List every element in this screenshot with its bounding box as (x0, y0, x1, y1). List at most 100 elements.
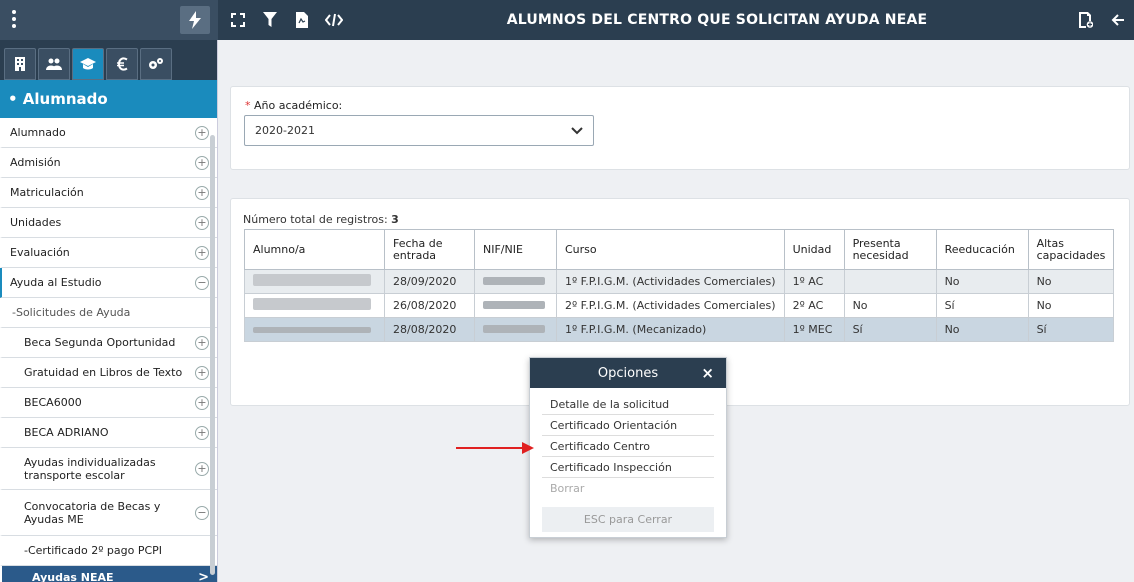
col-necesidad[interactable]: Presenta necesidad (843, 229, 937, 270)
sidebar-item-becas-ayudas-me[interactable]: Convocatoria de Becas y Ayudas ME − (0, 490, 217, 536)
close-icon[interactable]: × (701, 364, 714, 382)
tab-settings[interactable] (140, 48, 172, 80)
sidebar-item-admision[interactable]: Admisión + (0, 148, 217, 178)
cell-nif (474, 269, 557, 294)
sidebar-item-label: Ayudas individualizadas transporte escol… (24, 455, 156, 482)
filter-button[interactable] (254, 0, 286, 40)
building-icon (15, 57, 25, 71)
sidebar-scrollbar[interactable] (210, 135, 215, 575)
col-altas[interactable]: Altas capacidades (1027, 229, 1115, 270)
fullscreen-icon (231, 13, 245, 27)
code-icon (325, 13, 343, 27)
plus-icon: + (195, 155, 209, 170)
cell-altas: Sí (1027, 317, 1115, 342)
plus-icon: + (195, 125, 209, 140)
redacted-nif (483, 325, 545, 333)
sidebar-item-label: Beca Segunda Oportunidad (24, 336, 176, 349)
pdf-icon (296, 12, 308, 28)
col-curso[interactable]: Curso (556, 229, 785, 270)
sidebar-item-evaluacion[interactable]: Evaluación + (0, 238, 217, 268)
table-row[interactable]: 28/09/2020 1º F.P.I.G.M. (Actividades Co… (244, 269, 1115, 294)
cell-unidad: 2º AC (783, 293, 845, 318)
cell-nif (474, 317, 557, 342)
col-reeducacion[interactable]: Reeducación (935, 229, 1029, 270)
add-document-icon (1079, 12, 1093, 28)
popup-title: Opciones (597, 365, 659, 381)
tab-euro[interactable] (106, 48, 138, 80)
cell-reeducacion: Sí (935, 293, 1029, 318)
esc-close-button[interactable]: ESC para Cerrar (542, 507, 714, 532)
cell-alumno (244, 317, 385, 342)
top-bar: ALUMNOS DEL CENTRO QUE SOLICITAN AYUDA N… (0, 0, 1134, 40)
back-button[interactable] (1102, 0, 1134, 40)
menu-item-borrar: Borrar (550, 482, 585, 495)
sidebar-item-matriculacion[interactable]: Matriculación + (0, 178, 217, 208)
table-row[interactable]: 26/08/2020 2º F.P.I.G.M. (Actividades Co… (244, 293, 1115, 318)
filter-icon (263, 12, 277, 27)
menu-item-certificado-orientacion[interactable]: Certificado Orientación (542, 415, 714, 436)
sidebar-item-label: Unidades (10, 216, 62, 229)
plus-icon: + (195, 461, 209, 476)
popup-header: Opciones × (530, 358, 726, 388)
academic-year-value: 2020-2021 (255, 124, 315, 137)
chevron-down-icon (571, 126, 583, 134)
menu-dots-icon[interactable] (8, 8, 20, 32)
sidebar-item-beca-segunda-oportunidad[interactable]: Beca Segunda Oportunidad + (0, 328, 217, 358)
sidebar-item-ayudas-neae[interactable]: Ayudas NEAE > (0, 566, 217, 582)
options-popup: Opciones × Detalle de la solicitud Certi… (529, 357, 727, 538)
redacted-name (253, 274, 371, 286)
pdf-button[interactable] (286, 0, 318, 40)
sidebar-item-alumnado[interactable]: Alumnado + (0, 118, 217, 148)
cell-nif (474, 293, 557, 318)
sidebar-item-beca6000[interactable]: BECA6000 + (0, 388, 217, 418)
chevron-right-icon: > (198, 570, 209, 582)
fullscreen-button[interactable] (222, 0, 254, 40)
filter-card: * Año académico: 2020-2021 (230, 86, 1130, 170)
add-document-button[interactable] (1070, 0, 1102, 40)
sidebar-item-solicitudes-ayuda[interactable]: -Solicitudes de Ayuda (0, 298, 217, 328)
cell-unidad: 1º MEC (783, 317, 845, 342)
sidebar-item-transporte-escolar[interactable]: Ayudas individualizadas transporte escol… (0, 448, 217, 490)
sidebar-item-label: Alumnado (10, 126, 66, 139)
col-fecha[interactable]: Fecha de entrada (384, 229, 475, 270)
plus-icon: + (195, 335, 209, 350)
tab-graduation[interactable] (72, 48, 104, 80)
cell-curso: 1º F.P.I.G.M. (Actividades Comerciales) (556, 269, 785, 294)
sidebar-item-ayuda-estudio[interactable]: Ayuda al Estudio − (0, 268, 217, 298)
minus-icon: − (195, 275, 209, 290)
top-bar-left (0, 0, 218, 40)
sidebar-item-certificado-pcpi[interactable]: -Certificado 2º pago PCPI (0, 536, 217, 566)
col-alumno[interactable]: Alumno/a (244, 229, 385, 270)
sidebar-item-gratuidad-libros[interactable]: Gratuidad en Libros de Texto + (0, 358, 217, 388)
table-row-selected[interactable]: 28/08/2020 1º F.P.I.G.M. (Mecanizado) 1º… (244, 317, 1115, 342)
col-unidad[interactable]: Unidad (783, 229, 845, 270)
cell-curso: 2º F.P.I.G.M. (Actividades Comerciales) (556, 293, 785, 318)
tab-building[interactable] (4, 48, 36, 80)
plus-icon: + (195, 185, 209, 200)
cell-fecha: 26/08/2020 (384, 293, 475, 318)
menu-item-detalle[interactable]: Detalle de la solicitud (542, 394, 714, 415)
cell-alumno (244, 293, 385, 318)
menu-item-certificado-centro[interactable]: Certificado Centro (542, 436, 714, 457)
sidebar-item-label: -Solicitudes de Ayuda (12, 306, 131, 319)
cell-fecha: 28/08/2020 (384, 317, 475, 342)
record-count: Número total de registros: 3 (243, 213, 399, 226)
redacted-nif (483, 277, 545, 285)
sidebar-item-unidades[interactable]: Unidades + (0, 208, 217, 238)
redacted-name (253, 327, 371, 333)
tab-users[interactable] (38, 48, 70, 80)
cell-necesidad: No (843, 293, 937, 318)
academic-year-select[interactable]: 2020-2021 (244, 115, 594, 146)
col-nif[interactable]: NIF/NIE (474, 229, 557, 270)
flash-button[interactable] (180, 6, 210, 34)
redacted-name (253, 298, 371, 310)
graduation-cap-icon (80, 58, 96, 70)
record-count-value: 3 (391, 213, 399, 226)
sidebar-item-label: Matriculación (10, 186, 84, 199)
cell-necesidad: Sí (843, 317, 937, 342)
sidebar-item-beca-adriano[interactable]: BECA ADRIANO + (0, 418, 217, 448)
gears-icon (149, 58, 163, 69)
menu-item-certificado-inspeccion[interactable]: Certificado Inspección (542, 457, 714, 478)
cell-reeducacion: No (935, 317, 1029, 342)
code-button[interactable] (318, 0, 350, 40)
